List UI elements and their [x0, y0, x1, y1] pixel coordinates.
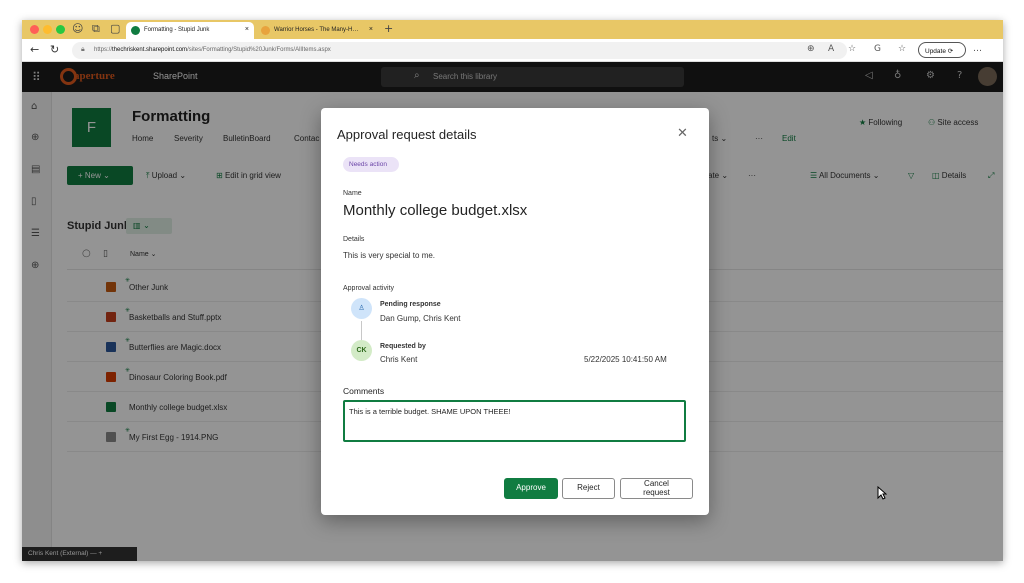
- requester-name: Chris Kent: [380, 355, 418, 364]
- cancel-request-button[interactable]: Cancel request: [620, 478, 693, 499]
- favorites-icon[interactable]: ☆: [898, 44, 906, 54]
- more-icon[interactable]: …: [973, 44, 982, 54]
- update-button[interactable]: Update ⟳: [918, 42, 966, 58]
- url-field[interactable]: 🔒︎ https://thechriskent.sharepoint.com/s…: [72, 42, 847, 59]
- update-label: Update: [925, 48, 946, 55]
- close-window-button[interactable]: [30, 25, 39, 34]
- requested-title: Requested by: [380, 343, 426, 350]
- tab-formatting[interactable]: Formatting - Stupid Junk ×: [126, 22, 254, 39]
- refresh-icon[interactable]: ↻: [50, 43, 59, 56]
- mouse-cursor-icon: [877, 486, 887, 500]
- url-prefix: https://: [94, 47, 113, 53]
- lock-icon: 🔒︎: [81, 46, 85, 53]
- cancel-label-line2: request: [643, 487, 670, 497]
- url-host: thechriskent.sharepoint.com: [112, 47, 188, 53]
- tab-label: Formatting - Stupid Junk: [144, 27, 210, 33]
- comments-field[interactable]: [343, 400, 686, 442]
- browser-tab-bar: ☺ ⧉ ▢ Formatting - Stupid Junk × Warrior…: [22, 20, 1003, 39]
- close-tab-icon[interactable]: ×: [369, 26, 373, 33]
- zoom-icon[interactable]: ⊕: [807, 44, 815, 54]
- minimize-window-button[interactable]: [43, 25, 52, 34]
- details-label: Details: [343, 236, 365, 243]
- name-label: Name: [343, 190, 362, 197]
- site-favicon-icon: [261, 26, 270, 35]
- file-name-value: Monthly college budget.xlsx: [343, 202, 528, 219]
- pending-title: Pending response: [380, 301, 441, 308]
- approval-dialog: Approval request details ✕ Needs action …: [321, 108, 709, 515]
- close-icon[interactable]: ✕: [677, 126, 688, 141]
- pending-person-icon: ♙: [351, 298, 372, 319]
- read-aloud-icon[interactable]: A: [828, 44, 834, 54]
- tab-label: Warrior Horses - The Many-H…: [274, 27, 359, 33]
- maximize-window-button[interactable]: [56, 25, 65, 34]
- workspaces-icon[interactable]: ⧉: [92, 22, 100, 36]
- favorite-star-icon[interactable]: ☆: [848, 44, 856, 54]
- profile-icon[interactable]: ☺: [72, 22, 83, 35]
- activity-connector: [361, 321, 362, 341]
- dialog-title: Approval request details: [337, 127, 477, 142]
- tab-actions-icon[interactable]: ▢: [110, 22, 120, 35]
- copilot-icon[interactable]: G: [874, 44, 881, 54]
- browser-window: ☺ ⧉ ▢ Formatting - Stupid Junk × Warrior…: [22, 20, 1003, 561]
- close-tab-icon[interactable]: ×: [245, 26, 249, 33]
- details-text: This is very special to me.: [343, 251, 436, 260]
- url-path: /sites/Formatting/Stupid%20Junk/Forms/Al…: [187, 47, 331, 53]
- requester-avatar: CK: [351, 340, 372, 361]
- status-badge: Needs action: [343, 157, 399, 172]
- tab-warrior-horses[interactable]: Warrior Horses - The Many-H… ×: [256, 22, 378, 39]
- sharepoint-favicon-icon: [131, 26, 140, 35]
- reject-button[interactable]: Reject: [562, 478, 615, 499]
- address-bar-row: ← ↻ 🔒︎ https://thechriskent.sharepoint.c…: [22, 39, 1003, 62]
- new-tab-button[interactable]: +: [384, 22, 393, 35]
- comments-label: Comments: [343, 386, 385, 396]
- back-icon[interactable]: ←: [30, 43, 39, 56]
- approval-activity-label: Approval activity: [343, 285, 394, 292]
- approve-button[interactable]: Approve: [504, 478, 558, 499]
- request-timestamp: 5/22/2025 10:41:50 AM: [584, 355, 667, 364]
- pending-names: Dan Gump, Chris Kent: [380, 314, 461, 323]
